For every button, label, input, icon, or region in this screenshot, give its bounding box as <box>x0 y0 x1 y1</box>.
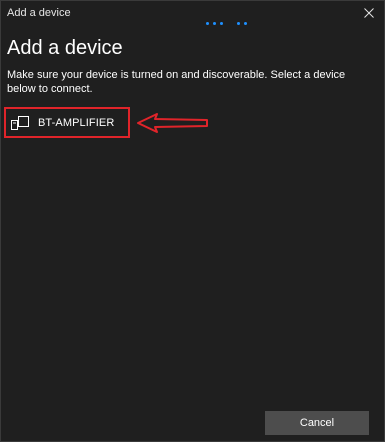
close-button[interactable] <box>354 1 384 25</box>
add-device-dialog: Add a device Add a device Make sure your… <box>0 0 385 442</box>
window-title: Add a device <box>7 7 71 19</box>
annotation-arrow-icon <box>137 113 208 133</box>
page-title: Add a device <box>7 37 123 59</box>
device-list-item[interactable]: BT-AMPLIFIER <box>4 107 130 138</box>
close-icon <box>364 8 374 18</box>
title-bar: Add a device <box>1 1 384 25</box>
searching-progress-indicator <box>206 22 256 26</box>
audio-device-icon <box>11 116 29 130</box>
instruction-text: Make sure your device is turned on and d… <box>7 69 346 95</box>
device-name: BT-AMPLIFIER <box>38 117 115 129</box>
cancel-button[interactable]: Cancel <box>265 411 369 435</box>
